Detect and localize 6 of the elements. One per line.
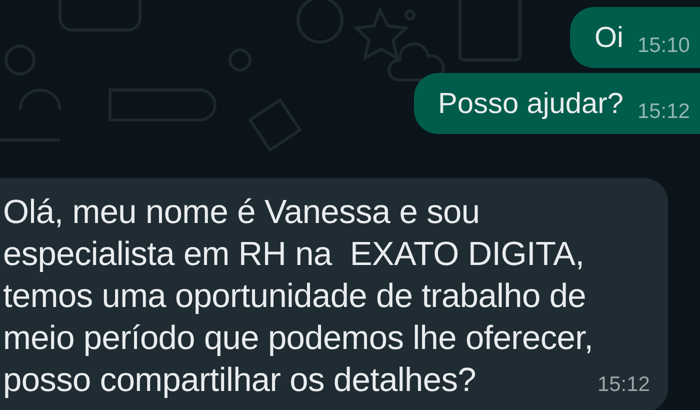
message-time: 15:12 xyxy=(637,99,690,125)
message-text: Oi xyxy=(594,21,624,56)
message-time: 15:10 xyxy=(637,33,690,59)
message-time: 15:12 xyxy=(597,372,650,398)
message-text: Olá, meu nome é Vanessa e sou especialista em RH na EXATO DIGITA, temos uma oportunidade de trabalho de meio período que podemos lhe oferecer, posso compartilhar os detalhes? xyxy=(3,193,594,401)
message-text: Posso ajudar? xyxy=(438,87,624,122)
